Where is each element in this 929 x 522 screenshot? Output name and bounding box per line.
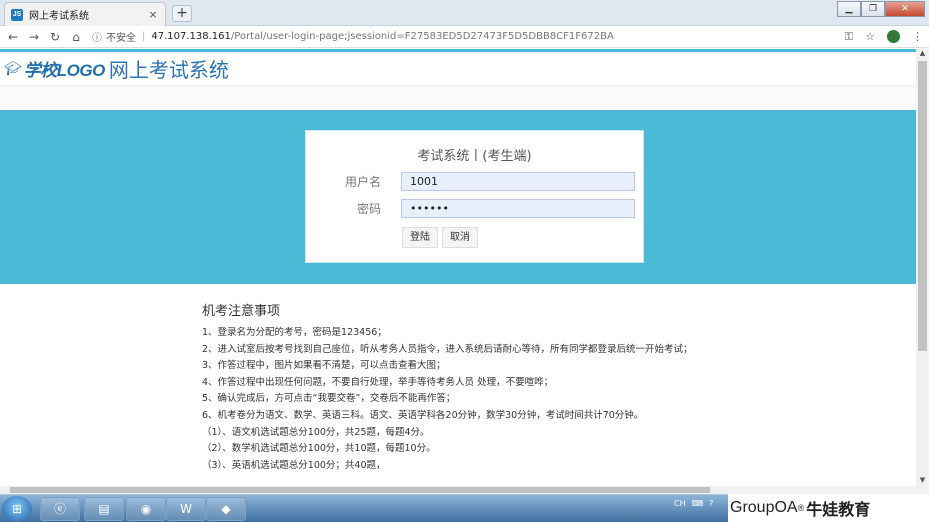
scroll-down-icon[interactable]: ▼ [916,476,929,486]
chrome-icon[interactable]: ◉ [126,497,166,521]
notice-item: （1）、语文机选试题总分100分，共25题，每题4分。 [202,426,430,438]
close-window-icon[interactable]: ✕ [885,1,925,17]
url-path: /Portal/user-login-page;jsessionid=F2758… [230,31,614,42]
star-icon[interactable]: ☆ [865,30,875,43]
login-banner: 考试系统丨(考生端) 用户名 1001 密码 •••••• 登陆 取消 [0,110,916,284]
vertical-scrollbar[interactable]: ▲ ▼ [916,49,929,486]
notice-item: 3、作答过程中，图片如果看不清楚，可以点击查看大图； [202,360,446,372]
hscrollbar-thumb[interactable] [10,487,710,493]
browser-tabstrip: JS 网上考试系统 × + ▁ ❐ ✕ [0,0,929,26]
minimize-icon[interactable]: ▁ [837,1,861,17]
ie-icon[interactable]: ⓔ [40,497,80,521]
url-host: 47.107.138.161 [151,31,231,42]
notice-item: 4、作答过程中出现任何问题，不要自行处理，举手等待考务人员 处理，不要喧哗； [202,376,554,388]
browser-toolbar: ← → ↻ ⌂ ⓘ 不安全 | 47.107.138.161 /Portal/u… [0,26,929,48]
graduation-cap-icon: 🎓︎ [4,60,22,77]
browser-tab[interactable]: JS 网上考试系统 × [4,2,166,26]
username-input[interactable]: 1001 [401,172,635,191]
notice-item: 6、机考卷分为语文、数学、英语三科。语文、英语学科各20分钟，数学30分钟，考试… [202,409,644,421]
divider: | [142,31,146,42]
notice-item: （2）、数学机选试题总分100分，共10题，每题10分。 [202,443,436,455]
login-title: 考试系统丨(考生端) [417,149,532,164]
folder-icon[interactable]: ▤ [84,497,124,521]
notice-item: （3）、英语机选试题总分100分；共40题， [202,459,386,471]
registered-mark: ® [797,503,805,513]
notice-item: 5、确认完成后，方可点击“我要交卷”，交卷后不能再作答； [202,393,456,405]
site-header: 🎓︎ 学校LOGO 网上考试系统 [0,52,916,86]
home-icon[interactable]: ⌂ [68,30,84,44]
exam-notice: 机考注意事项 1、登录名为分配的考号，密码是123456； 2、进入试室后按考号… [202,300,902,474]
profile-avatar[interactable]: I [887,30,900,43]
help-icon[interactable]: ? [709,499,713,508]
notice-title: 机考注意事项 [202,304,281,319]
username-row: 用户名 1001 [306,172,645,191]
app-icon[interactable]: ◆ [206,497,246,521]
keyboard-icon[interactable]: ⌨ [692,499,704,508]
watermark-cn: 牛娃教育 [806,502,871,519]
header-gap [0,86,916,113]
site-title: 网上考试系统 [108,58,229,82]
maximize-icon[interactable]: ❐ [861,1,885,17]
password-row: 密码 •••••• [306,199,645,218]
favicon-icon: JS [11,8,23,21]
horizontal-scrollbar[interactable] [0,486,929,494]
word-icon[interactable]: W [166,497,206,521]
scroll-up-icon[interactable]: ▲ [916,49,929,59]
notice-item: 1、登录名为分配的考号，密码是123456； [202,327,387,338]
toolbar-actions: ⚿ ☆ I ⋮ [833,30,923,44]
cancel-button[interactable]: 取消 [442,227,478,248]
address-bar[interactable]: ⓘ 不安全 | 47.107.138.161 /Portal/user-logi… [92,28,833,46]
page-content: 🎓︎ 学校LOGO 网上考试系统 考试系统丨(考生端) 用户名 1001 密码 … [0,49,916,486]
back-icon[interactable]: ← [5,30,21,44]
insecure-label: 不安全 [106,33,136,44]
school-logo: 学校LOGO [23,61,106,80]
reload-icon[interactable]: ↻ [47,30,63,44]
password-label: 密码 [356,202,381,216]
login-panel: 考试系统丨(考生端) 用户名 1001 密码 •••••• 登陆 取消 [305,130,644,263]
notice-item: 2、进入试室后按考号找到自己座位，听从考务人员指令，进入系统后请耐心等待，所有同… [202,343,693,355]
info-icon[interactable]: ⓘ [92,29,102,44]
window-controls: ▁ ❐ ✕ [837,1,925,17]
login-button[interactable]: 登陆 [402,227,438,248]
watermark: GroupOA ® 牛娃教育 [728,494,929,522]
start-button-icon[interactable]: ⊞ [2,496,32,522]
scrollbar-thumb[interactable] [918,61,927,351]
watermark-brand: GroupOA [730,499,798,516]
key-icon[interactable]: ⚿ [845,30,853,44]
password-input[interactable]: •••••• [401,199,635,218]
tab-close-icon[interactable]: × [147,8,159,21]
new-tab-button[interactable]: + [172,5,192,22]
tab-title: 网上考试系统 [29,11,89,22]
language-indicator[interactable]: CH [674,499,686,508]
menu-icon[interactable]: ⋮ [912,30,923,43]
login-actions: 登陆 取消 [402,227,482,248]
system-tray: CH ⌨ ? [674,499,719,508]
forward-icon[interactable]: → [26,30,42,44]
username-label: 用户名 [344,175,381,189]
